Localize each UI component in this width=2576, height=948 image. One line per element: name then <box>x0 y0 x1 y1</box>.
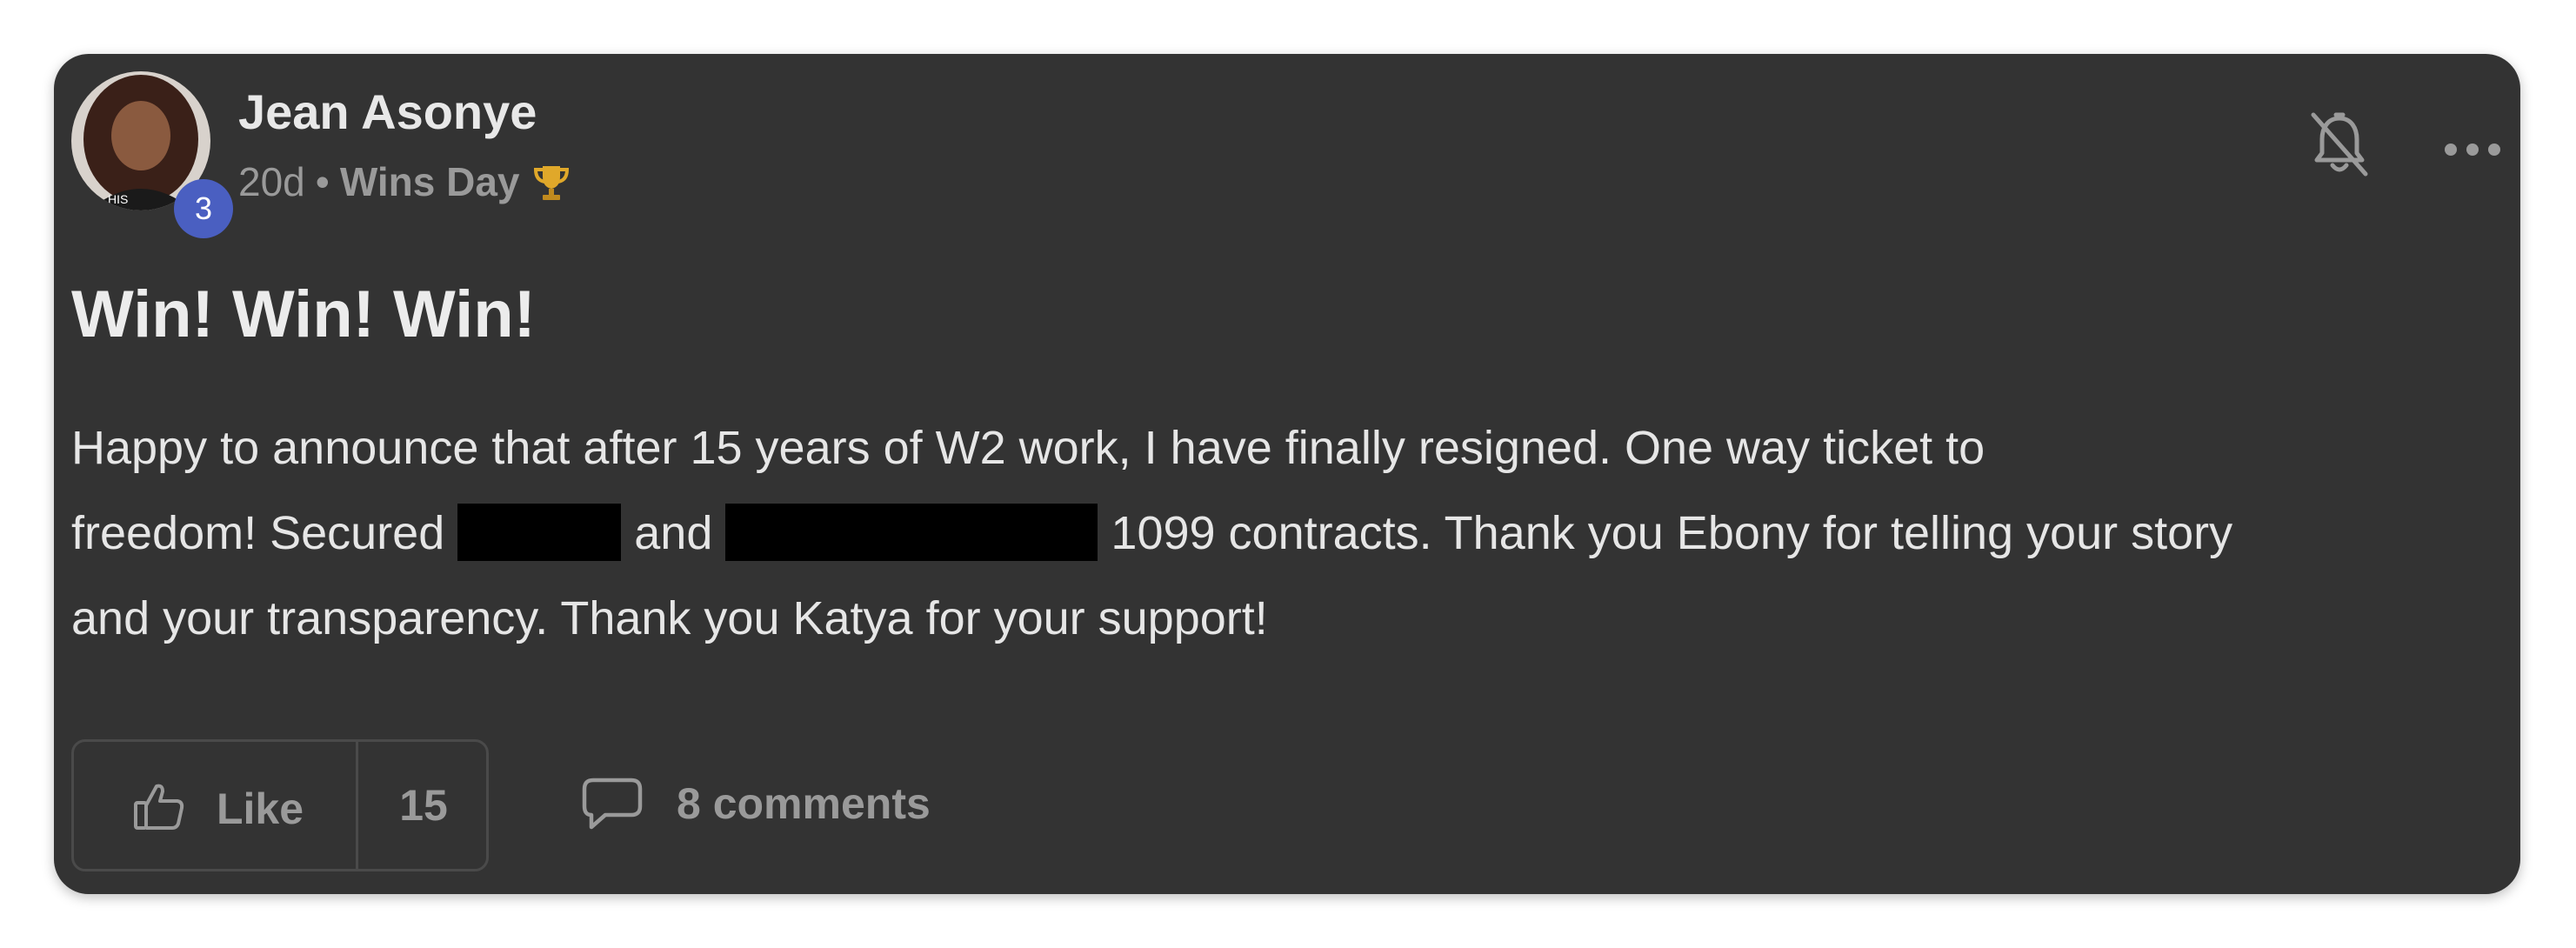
post-body-line: freedom! Secured and 1099 contracts. Tha… <box>71 491 2506 576</box>
thumbs-up-icon <box>133 782 185 831</box>
like-button[interactable]: Like <box>74 742 356 869</box>
trophy-icon <box>531 161 572 203</box>
post-body-line: Happy to announce that after 15 years of… <box>71 422 1985 474</box>
redaction-block <box>457 504 622 561</box>
post-card: HIS 3 Jean Asonye 20d • Wins Day Win! Wi… <box>54 54 2520 894</box>
like-group: Like 15 <box>71 739 489 871</box>
author-avatar[interactable]: HIS 3 <box>71 71 233 238</box>
meta-separator: • <box>315 159 330 204</box>
more-options-icon[interactable] <box>2442 139 2503 160</box>
post-body-text: 1099 contracts. Thank you Ebony for tell… <box>1111 507 2233 559</box>
redaction-block <box>725 504 1098 561</box>
like-label: Like <box>217 784 304 833</box>
comments-label: 8 comments <box>677 779 931 828</box>
post-body-line: and your transparency. Thank you Katya f… <box>71 592 1268 644</box>
post-meta: 20d • Wins Day <box>238 158 572 205</box>
post-body-text: freedom! Secured <box>71 507 445 559</box>
post-title: Win! Win! Win! <box>71 277 536 351</box>
comment-bubble-icon <box>581 777 644 831</box>
author-name[interactable]: Jean Asonye <box>238 83 537 140</box>
post-time[interactable]: 20d <box>238 158 305 205</box>
post-body-text: and <box>634 507 713 559</box>
bell-off-icon[interactable] <box>2308 110 2371 179</box>
post-body: Happy to announce that after 15 years of… <box>71 405 2506 661</box>
avatar-shirt-text: HIS <box>108 192 128 206</box>
level-badge: 3 <box>174 179 233 238</box>
like-count[interactable]: 15 <box>358 742 489 869</box>
post-category[interactable]: Wins Day <box>340 158 520 205</box>
comments-button[interactable]: 8 comments <box>581 760 931 847</box>
